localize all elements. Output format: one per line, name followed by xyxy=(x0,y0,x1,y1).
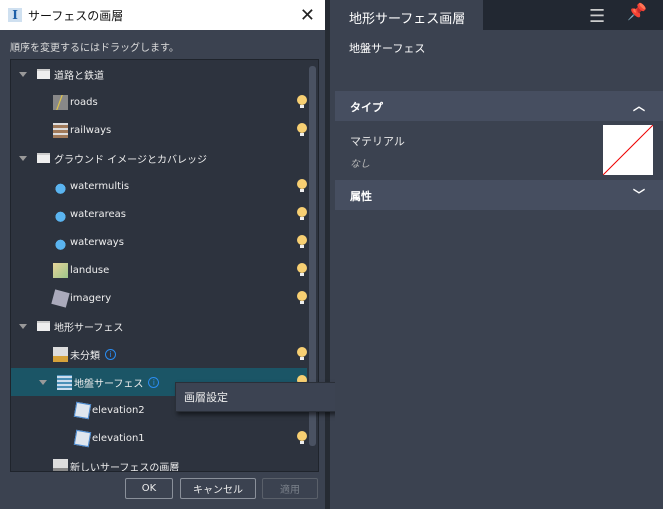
tree-row-label: waterareas xyxy=(70,209,126,220)
visibility-bulb-icon[interactable] xyxy=(297,291,307,305)
apply-button[interactable]: 適用 xyxy=(262,478,318,499)
section-type-label: タイプ xyxy=(350,101,383,114)
tree-row[interactable]: グラウンド イメージとカバレッジ xyxy=(11,144,307,172)
tree-row[interactable]: railways xyxy=(11,116,307,144)
app-icon: I xyxy=(8,8,22,22)
expand-arrow-icon[interactable] xyxy=(19,156,27,161)
section-attributes[interactable]: 属性 ﹀ xyxy=(335,180,663,210)
section-type[interactable]: タイプ ︿ xyxy=(335,91,663,121)
tree-row-label: railways xyxy=(70,125,111,136)
visibility-bulb-icon[interactable] xyxy=(297,179,307,193)
tree-row[interactable]: landuse xyxy=(11,256,307,284)
dialog-title: サーフェスの画層 xyxy=(28,7,123,24)
tree-row-label: watermultis xyxy=(70,181,129,192)
layers-icon xyxy=(57,375,72,390)
panel-subtitle: 地盤サーフェス xyxy=(349,40,425,56)
folder-icon xyxy=(37,153,50,163)
tree-row-label: elevation1 xyxy=(92,433,145,444)
chevron-up-icon[interactable]: ︿ xyxy=(633,97,645,114)
menu-icon[interactable]: ☰ xyxy=(589,6,605,27)
ok-button[interactable]: OK xyxy=(125,478,173,499)
water-drop-icon xyxy=(53,179,68,194)
water-drop-icon xyxy=(53,207,68,222)
pin-icon[interactable]: 📌 xyxy=(627,2,647,21)
cancel-button[interactable]: キャンセル xyxy=(180,478,256,499)
info-icon[interactable]: i xyxy=(105,349,116,360)
expand-arrow-icon[interactable] xyxy=(19,324,27,329)
tree-row-label: 未分類 xyxy=(70,347,100,362)
tree-row[interactable]: 地形サーフェス xyxy=(11,312,307,340)
tree-row-label: landuse xyxy=(70,265,109,276)
panel-title: 地形サーフェス画層 xyxy=(335,0,483,30)
tree-row[interactable]: roads xyxy=(11,88,307,116)
tree-row-label: 地形サーフェス xyxy=(54,319,123,334)
tree-row[interactable]: waterareas xyxy=(11,200,307,228)
folder-icon xyxy=(37,69,50,79)
imagery-icon xyxy=(51,289,69,307)
expand-arrow-icon[interactable] xyxy=(39,380,47,385)
visibility-bulb-icon[interactable] xyxy=(297,431,307,445)
info-icon[interactable]: i xyxy=(148,377,159,388)
material-label: マテリアル xyxy=(350,133,405,149)
tree-row[interactable]: elevation1 xyxy=(11,424,307,452)
tree-row[interactable]: watermultis xyxy=(11,172,307,200)
visibility-bulb-icon[interactable] xyxy=(297,263,307,277)
road-icon xyxy=(53,95,68,110)
expand-arrow-icon[interactable] xyxy=(19,72,27,77)
visibility-bulb-icon[interactable] xyxy=(297,207,307,221)
map-icon xyxy=(53,263,68,278)
surface-icon xyxy=(53,347,68,362)
tree-row-label: elevation2 xyxy=(92,405,145,416)
visibility-bulb-icon[interactable] xyxy=(297,95,307,109)
elevation-icon xyxy=(74,429,91,446)
tree-row[interactable]: 道路と鉄道 xyxy=(11,60,307,88)
tree-row-label: roads xyxy=(70,97,98,108)
tree-row-label: imagery xyxy=(70,293,111,304)
panel-topbar: 地形サーフェス画層 ☰ 📌 xyxy=(335,0,663,30)
tree-row[interactable]: 未分類 i xyxy=(11,340,307,368)
chevron-down-icon[interactable]: ﹀ xyxy=(633,186,645,203)
tree-row-label: 道路と鉄道 xyxy=(54,67,104,82)
folder-icon xyxy=(37,321,50,331)
section-attributes-label: 属性 xyxy=(350,190,372,203)
close-icon[interactable]: ✕ xyxy=(300,5,315,26)
visibility-bulb-icon[interactable] xyxy=(297,347,307,361)
properties-panel: 地形サーフェス画層 ☰ 📌 地盤サーフェス タイプ ︿ マテリアル なし 属性 … xyxy=(335,0,663,509)
drag-hint: 順序を変更するにはドラッグします。 xyxy=(10,39,179,54)
surface-layers-dialog: I サーフェスの画層 ✕ 順序を変更するにはドラッグします。 道路と鉄道 road… xyxy=(0,0,330,509)
material-swatch[interactable] xyxy=(603,125,653,175)
railway-icon xyxy=(53,123,68,138)
tree-row[interactable]: 新しいサーフェスの画層 xyxy=(11,452,307,472)
visibility-bulb-icon[interactable] xyxy=(297,123,307,137)
add-layer-icon xyxy=(53,459,68,473)
tree-row[interactable]: imagery xyxy=(11,284,307,312)
tree-row-label: グラウンド イメージとカバレッジ xyxy=(54,151,207,166)
tree-row-label: 新しいサーフェスの画層 xyxy=(70,459,179,473)
water-drop-icon xyxy=(53,235,68,250)
dialog-titlebar: I サーフェスの画層 ✕ xyxy=(0,0,325,30)
material-value: なし xyxy=(350,155,370,170)
visibility-bulb-icon[interactable] xyxy=(297,235,307,249)
elevation-icon xyxy=(74,401,91,418)
tree-row-label: waterways xyxy=(70,237,124,248)
tree-row-label: 地盤サーフェス xyxy=(74,375,143,390)
tree-row[interactable]: waterways xyxy=(11,228,307,256)
